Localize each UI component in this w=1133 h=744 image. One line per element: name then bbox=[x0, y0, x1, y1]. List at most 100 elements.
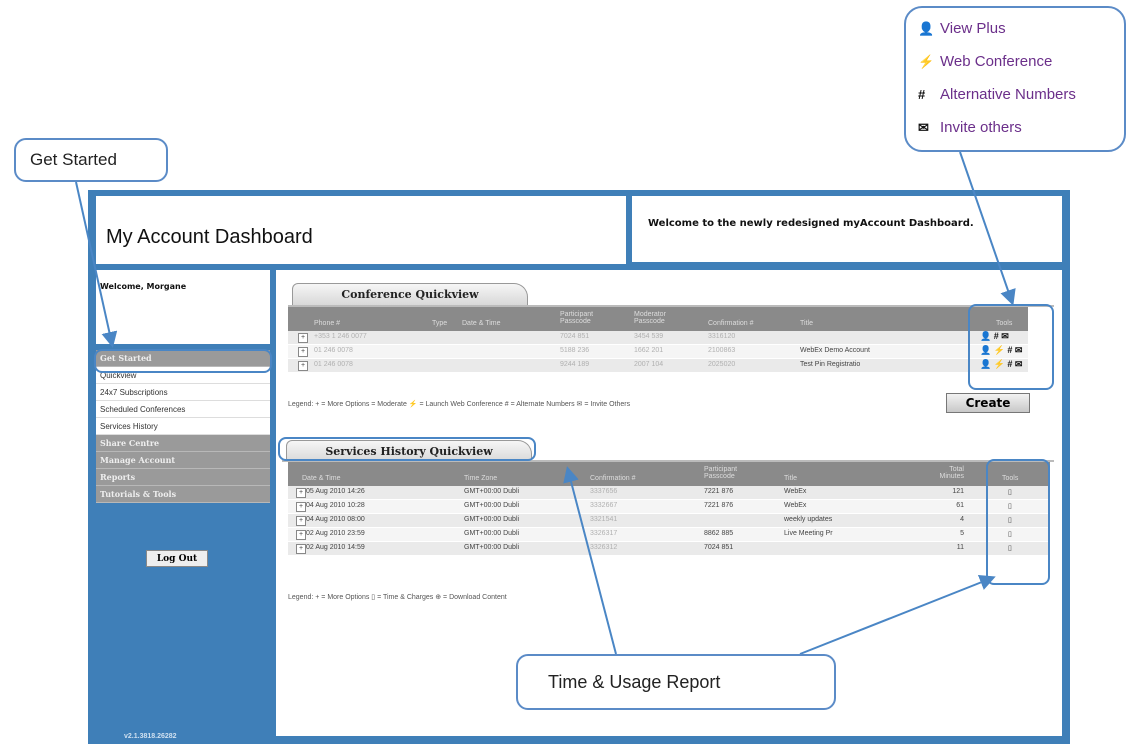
cell-title: WebEx bbox=[784, 488, 807, 495]
cell-title: Live Meeting Pr bbox=[784, 530, 833, 537]
get-started-highlight bbox=[94, 349, 272, 373]
lightning-icon: ⚡ bbox=[918, 54, 935, 69]
sidebar-item-tutorials-tools[interactable]: Tutorials & Tools bbox=[96, 486, 270, 503]
cell-moderator: 1662 201 bbox=[634, 347, 664, 354]
cell-moderator: 2007 104 bbox=[634, 361, 664, 368]
cell-minutes: 121 bbox=[952, 488, 964, 495]
cell-title: Test Pin Registratio bbox=[800, 361, 861, 368]
tab-conference-quickview[interactable]: Conference Quickview bbox=[292, 283, 528, 305]
col-participant-passcode: Participant Passcode bbox=[560, 311, 594, 325]
services-tools-highlight bbox=[986, 459, 1050, 585]
sidebar-item-scheduled-conferences[interactable]: Scheduled Conferences bbox=[96, 401, 270, 418]
cell-tz: GMT+00:00 Dubli bbox=[464, 530, 520, 537]
conference-row: +01 246 0078 9244 189 2007 104 2025020 Test … bbox=[288, 359, 1028, 373]
services-row: +04 Aug 2010 08:00 GMT+00:00 Dubli 3321541… bbox=[288, 514, 1050, 528]
time-usage-callout: Time & Usage Report bbox=[516, 654, 836, 710]
cell-passcode: 7024 851 bbox=[704, 544, 734, 551]
welcome-message: Welcome to the newly redesigned myAccoun… bbox=[648, 218, 974, 229]
tools-legend-item: ✉ Invite others bbox=[918, 119, 1076, 152]
cell-minutes: 11 bbox=[956, 544, 964, 551]
conference-rows: + +353 1 246 0077 7024 851 3454 539 3316120 👤… bbox=[288, 331, 1028, 373]
time-usage-callout-text: Time & Usage Report bbox=[548, 672, 721, 692]
cell-tz: GMT+00:00 Dubli bbox=[464, 488, 520, 495]
col-phone: Phone # bbox=[314, 320, 341, 327]
more-options-icon[interactable]: + bbox=[298, 347, 308, 357]
conference-tools-highlight bbox=[968, 304, 1054, 390]
version-label: v2.1.3818.26282 bbox=[124, 733, 177, 740]
sidebar-item-reports[interactable]: Reports bbox=[96, 469, 270, 486]
cell-minutes: 61 bbox=[956, 502, 964, 509]
cell-confirmation: 3326317 bbox=[590, 530, 618, 537]
tools-legend-label: Alternative Numbers bbox=[940, 86, 1076, 103]
cell-title: WebEx bbox=[784, 502, 807, 509]
person-icon: 👤 bbox=[918, 21, 935, 36]
services-table-header: Date & Time Time Zone Confirmation # Par… bbox=[288, 462, 1050, 486]
col-participant-passcode: Participant Passcode bbox=[704, 466, 738, 480]
conference-table-header: Phone # Type Date & Time Participant Pas… bbox=[288, 307, 1028, 331]
more-options-icon[interactable]: + bbox=[296, 502, 306, 512]
sidebar-item-services-history[interactable]: Services History bbox=[96, 418, 270, 435]
col-title: Title bbox=[784, 475, 797, 482]
services-row: +04 Aug 2010 10:28 GMT+00:00 Dubli 3332667… bbox=[288, 500, 1050, 514]
tools-legend-item: ⚡ Web Conference bbox=[918, 53, 1076, 86]
conference-legend: Legend: + = More Options = Moderate ⚡ = … bbox=[288, 401, 631, 408]
cell-date: 02 Aug 2010 14:59 bbox=[306, 544, 365, 551]
services-legend: Legend: + = More Options ▯ = Time & Char… bbox=[288, 594, 507, 601]
conference-row: +01 246 0078 5188 236 1662 201 2100863 WebEx… bbox=[288, 345, 1028, 359]
cell-confirmation: 3337656 bbox=[590, 488, 618, 495]
cell-passcode: 7221 876 bbox=[704, 488, 734, 495]
cell-confirmation: 3316120 bbox=[708, 333, 736, 340]
cell-participant: 5188 236 bbox=[560, 347, 590, 354]
hash-icon: # bbox=[918, 87, 926, 102]
cell-date: 04 Aug 2010 08:00 bbox=[306, 516, 365, 523]
cell-minutes: 5 bbox=[960, 530, 964, 537]
get-started-callout-text: Get Started bbox=[30, 150, 117, 169]
col-date-time: Date & Time bbox=[302, 475, 341, 482]
cell-date: 04 Aug 2010 10:28 bbox=[306, 502, 365, 509]
cell-title: WebEx Demo Account bbox=[800, 347, 870, 354]
services-rows: +05 Aug 2010 14:26 GMT+00:00 Dubli 3337656… bbox=[288, 486, 1050, 556]
col-confirmation: Confirmation # bbox=[590, 475, 636, 482]
cell-confirmation: 3321541 bbox=[590, 516, 618, 523]
logout-button[interactable]: Log Out bbox=[146, 550, 208, 567]
services-tab-highlight bbox=[278, 437, 536, 461]
cell-tz: GMT+00:00 Dubli bbox=[464, 502, 520, 509]
cell-date: 05 Aug 2010 14:26 bbox=[306, 488, 365, 495]
cell-moderator: 3454 539 bbox=[634, 333, 664, 340]
tools-legend-callout: 👤 View Plus ⚡ Web Conference # Alternative Nu… bbox=[904, 6, 1126, 152]
cell-phone[interactable]: 01 246 0078 bbox=[314, 347, 353, 354]
tools-legend-label: View Plus bbox=[940, 20, 1006, 37]
sidebar-welcome-panel: Welcome, Morgane bbox=[96, 270, 270, 344]
sidebar-item-manage-account[interactable]: Manage Account bbox=[96, 452, 270, 469]
sidebar-item-24x7-subscriptions[interactable]: 24x7 Subscriptions bbox=[96, 384, 270, 401]
more-options-icon[interactable]: + bbox=[296, 516, 306, 526]
more-options-icon[interactable]: + bbox=[298, 361, 308, 371]
more-options-icon[interactable]: + bbox=[296, 530, 306, 540]
header-welcome-panel: Welcome to the newly redesigned myAccoun… bbox=[632, 196, 1062, 262]
get-started-callout: Get Started bbox=[14, 138, 168, 182]
more-options-icon[interactable]: + bbox=[298, 333, 308, 343]
cell-date: 02 Aug 2010 23:59 bbox=[306, 530, 365, 537]
col-title: Title bbox=[800, 320, 813, 327]
cell-phone[interactable]: 01 246 0078 bbox=[314, 361, 353, 368]
cell-participant: 7024 851 bbox=[560, 333, 590, 340]
services-row: +05 Aug 2010 14:26 GMT+00:00 Dubli 3337656… bbox=[288, 486, 1050, 500]
create-button[interactable]: Create bbox=[946, 393, 1030, 413]
cell-tz: GMT+00:00 Dubli bbox=[464, 516, 520, 523]
services-row: +02 Aug 2010 14:59 GMT+00:00 Dubli 3326312… bbox=[288, 542, 1050, 556]
cell-minutes: 4 bbox=[960, 516, 964, 523]
cell-passcode: 8862 885 bbox=[704, 530, 734, 537]
cell-phone[interactable]: +353 1 246 0077 bbox=[314, 333, 367, 340]
more-options-icon[interactable]: + bbox=[296, 544, 306, 554]
col-confirmation: Confirmation # bbox=[708, 320, 754, 327]
tools-legend-label: Invite others bbox=[940, 119, 1022, 136]
more-options-icon[interactable]: + bbox=[296, 488, 306, 498]
cell-confirmation: 2025020 bbox=[708, 361, 736, 368]
cell-confirmation: 3326312 bbox=[590, 544, 618, 551]
sidebar-item-share-centre[interactable]: Share Centre bbox=[96, 435, 270, 452]
cell-title: weekly updates bbox=[784, 516, 833, 523]
cell-tz: GMT+00:00 Dubli bbox=[464, 544, 520, 551]
page-title: My Account Dashboard bbox=[106, 226, 313, 248]
col-moderator-passcode: Moderator Passcode bbox=[634, 311, 666, 325]
col-date-time: Date & Time bbox=[462, 320, 501, 327]
